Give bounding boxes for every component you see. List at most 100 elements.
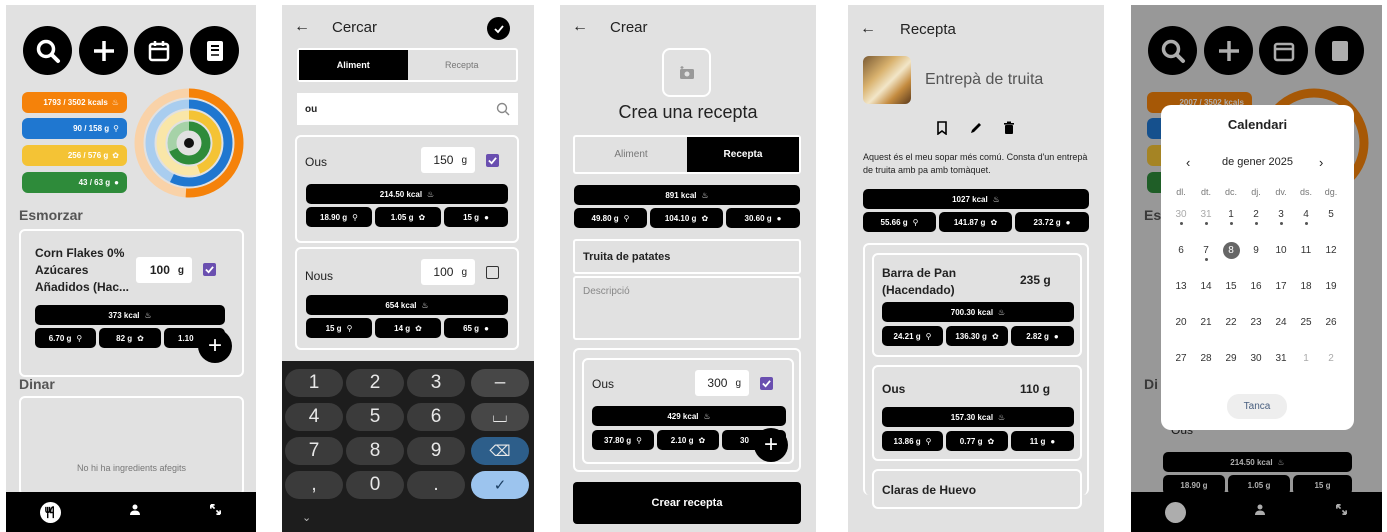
expand-tab[interactable] [209,503,222,521]
quantity-input[interactable]: 300 g [695,370,749,396]
type-tabs: Aliment Recepta [297,48,518,82]
meals-tab[interactable] [39,501,61,523]
search-screen: ← Cercar Aliment Recepta ou Ous 150 g 214… [282,5,534,532]
calendar-day[interactable]: 10 [1269,245,1293,256]
next-month-icon[interactable]: › [1319,155,1323,170]
calendar-day[interactable]: 12 [1319,245,1343,256]
tab-recipe[interactable]: Recepta [408,50,517,80]
select-checkbox[interactable] [760,377,773,390]
search-input[interactable]: ou [297,93,518,125]
calendar-day[interactable]: 31 [1269,353,1293,364]
carbs-chip: 1.05 g ✿ [375,207,441,227]
calendar-day[interactable]: 19 [1319,281,1343,292]
add-ingredient-button[interactable]: + [754,428,788,462]
calendar-day[interactable]: 26 [1319,317,1343,328]
recipe-photo [863,56,911,104]
calendar-day[interactable]: 8 [1222,242,1240,259]
result-card[interactable]: Ous 150 g 214.50 kcal ♨ 18.90 g ⚲ 1.05 g ✿ 1… [295,135,519,243]
edit-icon[interactable] [969,121,983,135]
key-1[interactable]: 1 [285,369,343,397]
calendar-day[interactable]: 20 [1169,317,1193,328]
calendar-day[interactable]: 16 [1244,281,1268,292]
key-comma[interactable]: , [285,471,343,499]
key-6[interactable]: 6 [407,403,465,431]
key-dot[interactable]: . [407,471,465,499]
key-2[interactable]: 2 [346,369,404,397]
profile-tab[interactable] [128,503,142,522]
calendar-day[interactable]: 30 [1244,353,1268,364]
calendar-day[interactable]: 5 [1319,209,1343,220]
calendar-day[interactable]: 1 [1294,353,1318,364]
collapse-keyboard-icon[interactable]: ⌄ [302,511,311,524]
key-7[interactable]: 7 [285,437,343,465]
key-0[interactable]: 0 [346,471,404,499]
calendar-day[interactable]: 29 [1219,353,1243,364]
select-checkbox[interactable] [486,266,499,279]
calendar-day[interactable]: 21 [1194,317,1218,328]
back-arrow-icon[interactable]: ← [294,18,310,36]
calendar-day[interactable]: 1 [1219,209,1243,220]
calendar-day[interactable]: 2 [1319,353,1343,364]
recipe-name-input[interactable]: Truita de patates [573,239,801,274]
key-5[interactable]: 5 [346,403,404,431]
search-button[interactable] [23,26,72,75]
calendar-day[interactable]: 24 [1269,317,1293,328]
key-3[interactable]: 3 [407,369,465,397]
recipes-button[interactable] [190,26,239,75]
calendar-day[interactable]: 6 [1169,245,1193,256]
add-ingredient-button[interactable]: + [198,329,232,363]
calendar-day[interactable]: 15 [1219,281,1243,292]
key-space[interactable]: ⌴ [471,403,529,431]
flame-icon: ♨ [992,194,1000,204]
quantity-input[interactable]: 100 g [136,257,192,283]
calendar-day[interactable]: 4 [1294,209,1318,220]
flame-icon: ♨ [421,300,429,310]
tab-recipe[interactable]: Recepta [687,137,799,172]
calendar-day[interactable]: 14 [1194,281,1218,292]
calendar-day[interactable]: 31 [1194,209,1218,220]
description-input[interactable]: Descripció [573,276,801,340]
confirm-button[interactable] [487,17,510,40]
calendar-day[interactable]: 7 [1194,245,1218,256]
back-arrow-icon[interactable]: ← [860,20,876,38]
back-arrow-icon[interactable]: ← [572,18,588,36]
key-minus[interactable]: – [471,369,529,397]
key-9[interactable]: 9 [407,437,465,465]
calendar-day[interactable]: 18 [1294,281,1318,292]
calendar-day[interactable]: 13 [1169,281,1193,292]
quantity-input[interactable]: 150 g [421,147,475,173]
key-8[interactable]: 8 [346,437,404,465]
calendar-day[interactable]: 22 [1219,317,1243,328]
tab-food[interactable]: Aliment [299,50,408,80]
select-checkbox[interactable] [203,263,216,276]
key-4[interactable]: 4 [285,403,343,431]
fat-chip: 2.82 g ● [1011,326,1074,346]
select-checkbox[interactable] [486,154,499,167]
calendar-day[interactable]: 23 [1244,317,1268,328]
calendar-day[interactable]: 17 [1269,281,1293,292]
add-photo-button[interactable] [662,48,711,97]
calendar-day[interactable]: 27 [1169,353,1193,364]
tab-food[interactable]: Aliment [575,137,687,172]
page-title: Cercar [332,19,378,36]
trash-icon[interactable] [1003,121,1015,135]
calendar-day[interactable]: 30 [1169,209,1193,220]
has-entries-dot [1179,222,1183,225]
calendar-day[interactable]: 11 [1294,245,1318,256]
add-button[interactable] [79,26,128,75]
quantity-input[interactable]: 100 g [421,259,475,285]
calendar-day[interactable]: 9 [1244,245,1268,256]
calendar-day[interactable]: 28 [1194,353,1218,364]
close-button[interactable]: Tanca [1227,394,1287,419]
calendar-day[interactable]: 2 [1244,209,1268,220]
calendar-day[interactable]: 25 [1294,317,1318,328]
bookmark-icon[interactable] [936,121,948,135]
carbs-chip: 136.30 g ✿ [946,326,1008,346]
result-card[interactable]: Nous 100 g 654 kcal ♨ 15 g ⚲ 14 g ✿ 65 g ● [295,247,519,350]
protein-chip: 37.80 g ⚲ [592,430,654,450]
key-enter[interactable]: ✓ [471,471,529,499]
key-backspace[interactable]: ⌫ [471,437,529,465]
calendar-day[interactable]: 3 [1269,209,1293,220]
calendar-button[interactable] [134,26,183,75]
create-recipe-button[interactable]: Crear recepta [573,482,801,524]
